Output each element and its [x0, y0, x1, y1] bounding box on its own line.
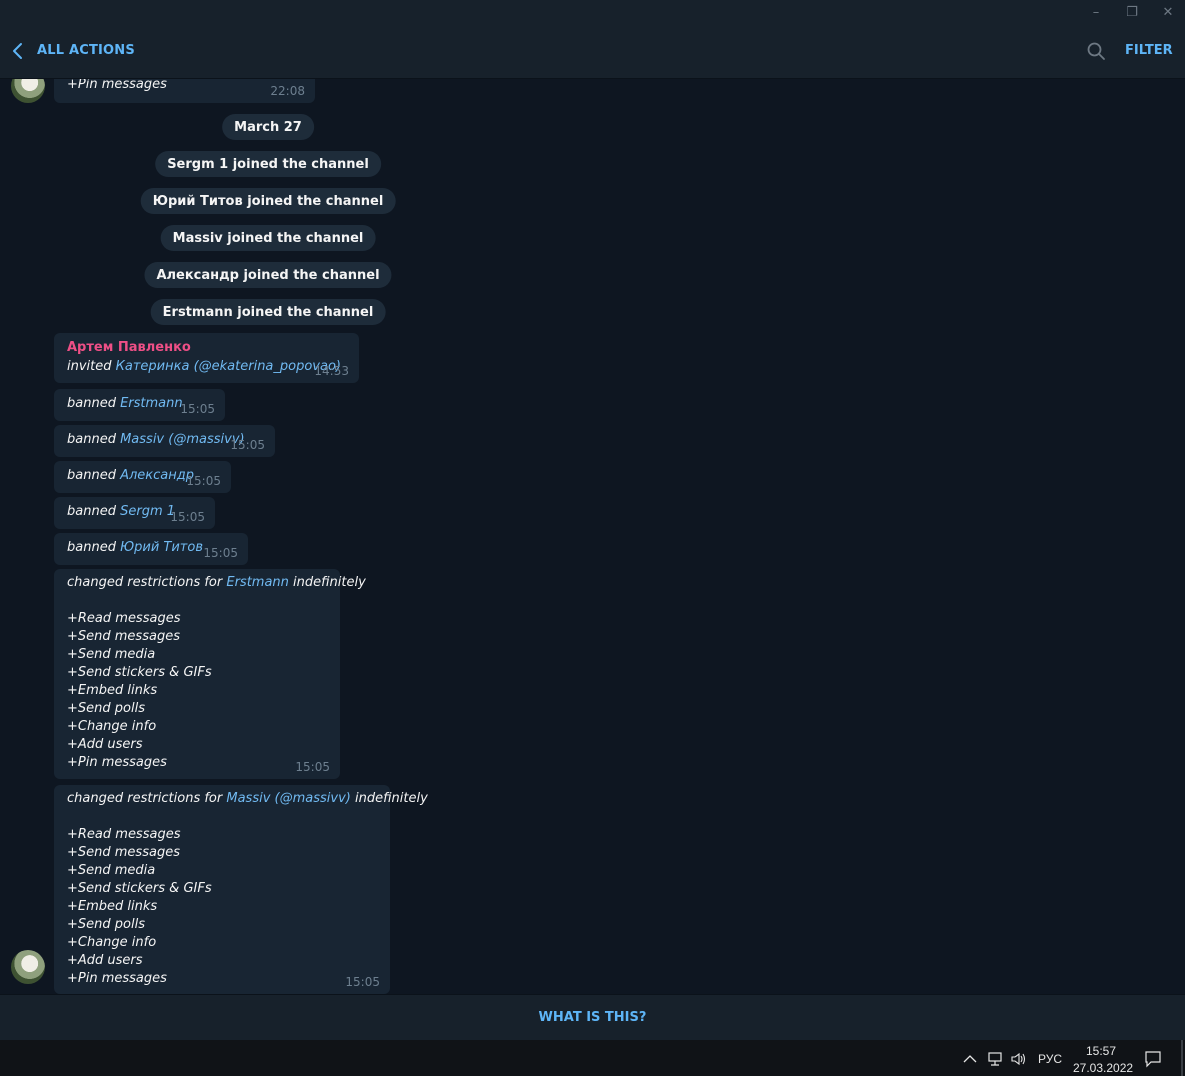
restriction-item: +Read messages: [67, 611, 181, 626]
filter-button[interactable]: FILTER: [1125, 43, 1173, 58]
all-actions-label[interactable]: ALL ACTIONS: [37, 43, 135, 58]
message-time: 14:53: [314, 364, 349, 378]
message-time: 15:05: [295, 760, 330, 774]
restriction-item: +Send stickers & GIFs: [67, 665, 212, 680]
restriction-item: +Send media: [67, 647, 156, 662]
restriction-item: +Send messages: [67, 629, 180, 644]
log-text: banned Sergm 1: [67, 504, 176, 519]
log-entry-restrictions: changed restrictions for Massiv (@massiv…: [54, 785, 428, 994]
restriction-item: +Send messages: [67, 845, 180, 860]
minimize-button[interactable]: –: [1079, 0, 1113, 24]
log-text: banned Erstmann: [67, 396, 183, 411]
author-name[interactable]: Артем Павленко: [67, 340, 191, 355]
log-text: changed restrictions for Massiv (@massiv…: [67, 791, 428, 806]
join-notice: Александр joined the channel: [144, 262, 392, 288]
join-notice: Sergm 1 joined the channel: [155, 151, 381, 177]
message-time: 22:08: [270, 84, 305, 98]
message-time: 15:05: [345, 975, 380, 989]
log-text: changed restrictions for Erstmann indefi…: [67, 575, 366, 590]
join-notice: Erstmann joined the channel: [150, 299, 386, 325]
log-entry-ban: banned Erstmann 15:05: [54, 389, 225, 421]
restriction-item: +Send polls: [67, 701, 145, 716]
restriction-item: +Send stickers & GIFs: [67, 881, 212, 896]
user-link[interactable]: Юрий Титов: [120, 540, 203, 555]
user-link[interactable]: Erstmann: [120, 396, 183, 411]
clock-time[interactable]: 15:57: [1086, 1044, 1116, 1058]
window-titlebar: – ❐ ✕: [0, 0, 1185, 24]
avatar[interactable]: [11, 79, 45, 103]
user-link[interactable]: Катеринка: [116, 359, 190, 374]
restriction-item: +Pin messages: [67, 971, 167, 986]
log-text: banned Александр: [67, 468, 194, 483]
log-entry-ban: banned Massiv (@massivv) 15:05: [54, 425, 275, 457]
admin-log-feed[interactable]: +Pin messages 22:08 March 27 Sergm 1 joi…: [0, 79, 1185, 994]
user-link[interactable]: Massiv: [226, 791, 270, 806]
user-link[interactable]: Sergm 1: [120, 504, 175, 519]
date-separator: March 27: [222, 114, 314, 140]
restriction-item: +Change info: [67, 935, 157, 950]
restriction-item: +Read messages: [67, 827, 181, 842]
what-is-this-button[interactable]: WHAT IS THIS?: [0, 1010, 1185, 1025]
restriction-item: +Embed links: [67, 683, 158, 698]
user-link[interactable]: Александр: [120, 468, 194, 483]
message-time: 15:05: [203, 546, 238, 560]
user-link[interactable]: Massiv: [120, 432, 164, 447]
windows-taskbar: РУС 15:57 27.03.2022: [0, 1040, 1185, 1076]
avatar[interactable]: [11, 950, 45, 984]
log-entry-ban: banned Юрий Титов 15:05: [54, 533, 248, 565]
log-entry-invite: Артем Павленко invited Катеринка (@ekate…: [54, 333, 359, 383]
restriction-item: +Pin messages: [67, 755, 167, 770]
header-bar: ALL ACTIONS FILTER: [0, 24, 1185, 79]
message-time: 15:05: [180, 402, 215, 416]
join-notice: Massiv joined the channel: [160, 225, 376, 251]
log-text: banned Massiv (@massivv): [67, 432, 245, 447]
restriction-item: +Add users: [67, 737, 143, 752]
bottom-bar: WHAT IS THIS?: [0, 994, 1185, 1041]
log-text: +Pin messages: [67, 79, 167, 92]
log-text: banned Юрий Титов: [67, 540, 203, 555]
restriction-item: +Change info: [67, 719, 157, 734]
input-language[interactable]: РУС: [1038, 1052, 1062, 1066]
restriction-item: +Embed links: [67, 899, 158, 914]
restriction-item: +Add users: [67, 953, 143, 968]
log-entry-restrictions: changed restrictions for Erstmann indefi…: [54, 569, 366, 779]
log-entry-ban: banned Александр 15:05: [54, 461, 231, 493]
join-notice: Юрий Титов joined the channel: [140, 188, 396, 214]
clock-date[interactable]: 27.03.2022: [1073, 1061, 1133, 1075]
message-time: 15:05: [170, 510, 205, 524]
network-icon[interactable]: [986, 1051, 1004, 1067]
notification-icon[interactable]: [1144, 1050, 1162, 1068]
user-link[interactable]: Erstmann: [226, 575, 289, 590]
close-button[interactable]: ✕: [1151, 0, 1185, 24]
message-time: 15:05: [186, 474, 221, 488]
chevron-up-icon[interactable]: [962, 1053, 978, 1065]
log-entry-ban: banned Sergm 1 15:05: [54, 497, 215, 529]
volume-icon[interactable]: [1010, 1051, 1028, 1067]
username-link[interactable]: (@massivv): [275, 791, 351, 806]
message-time: 15:05: [230, 438, 265, 452]
chevron-left-icon: [13, 43, 22, 59]
log-text: invited Катеринка (@ekaterina_popovao): [67, 359, 341, 374]
show-desktop-button[interactable]: [1181, 1040, 1183, 1076]
search-icon[interactable]: [1084, 39, 1108, 63]
restriction-item: +Send polls: [67, 917, 145, 932]
restore-button[interactable]: ❐: [1115, 0, 1149, 24]
log-entry-partial: +Pin messages 22:08: [54, 79, 315, 103]
restriction-item: +Send media: [67, 863, 156, 878]
